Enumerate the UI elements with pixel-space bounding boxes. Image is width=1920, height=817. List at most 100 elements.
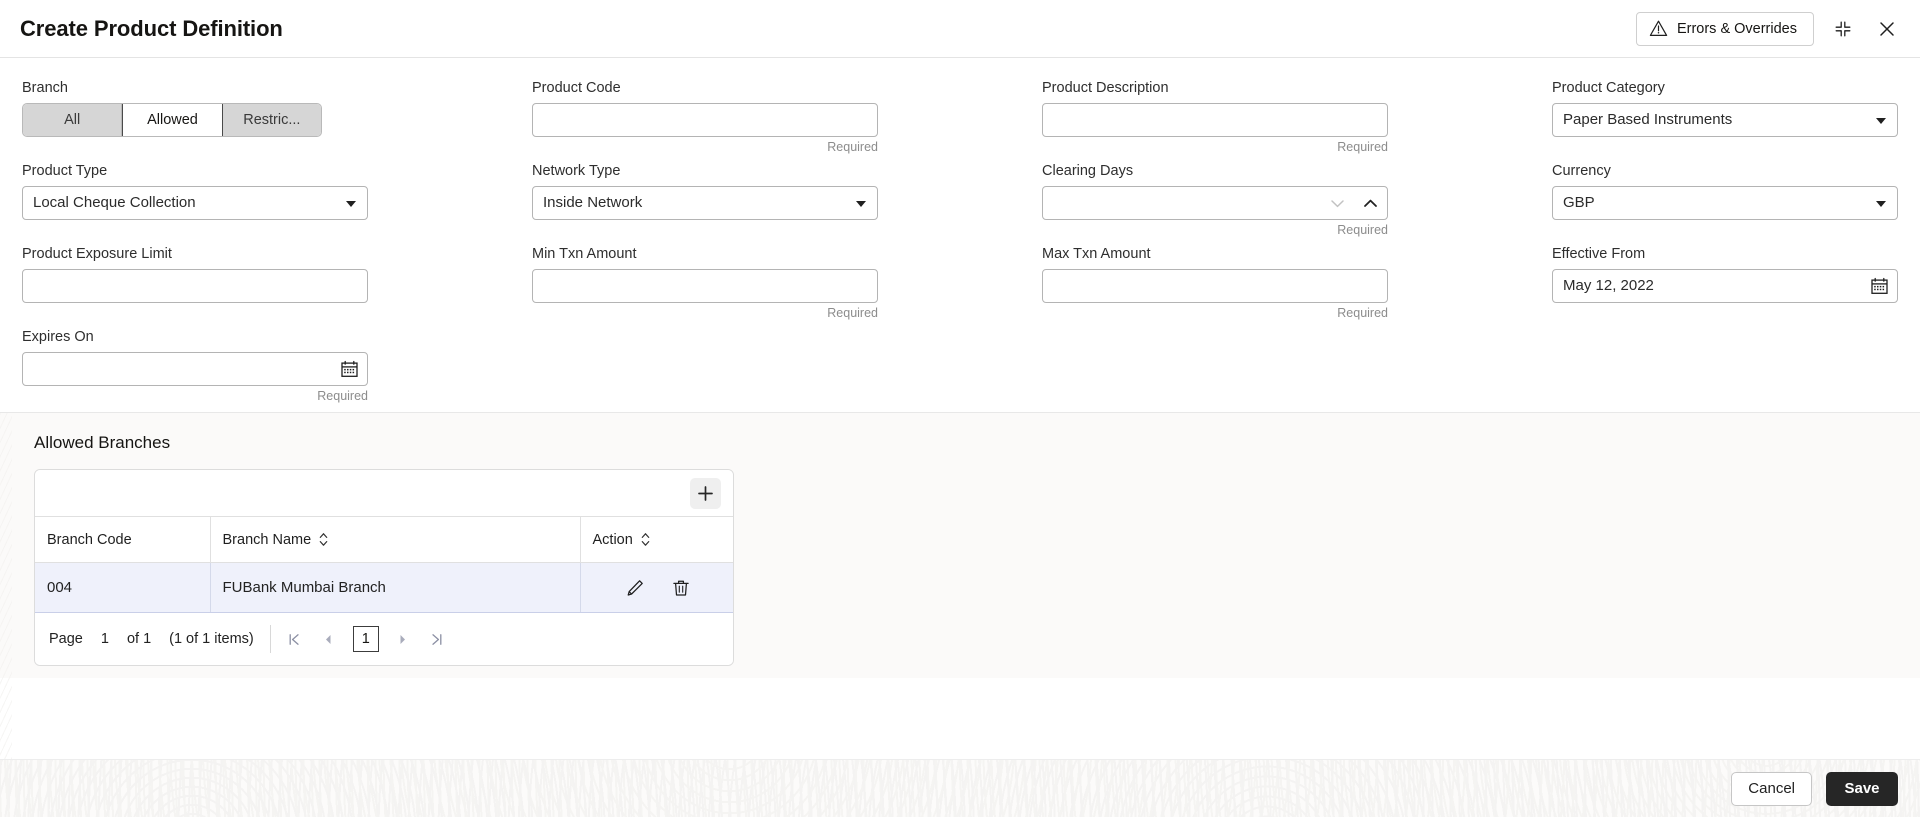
- errors-and-overrides-label: Errors & Overrides: [1676, 20, 1797, 37]
- form-content: Branch All Allowed Restric... Product Co…: [0, 58, 1920, 759]
- field-currency: Currency GBP: [1552, 155, 1898, 238]
- product-type-value: Local Cheque Collection: [33, 194, 196, 211]
- max-txn-amount-hint: Required: [1337, 306, 1388, 320]
- allowed-branches-table: Branch Code Branch Name Action 004 FUBan…: [35, 516, 733, 613]
- action-header-label: Action: [592, 531, 633, 548]
- pagination-divider: [269, 625, 271, 653]
- stepper-decrement-button[interactable]: [1329, 197, 1346, 210]
- chevron-down-icon: [856, 201, 866, 207]
- form-grid: Branch All Allowed Restric... Product Co…: [22, 72, 1898, 404]
- pagination-next-button[interactable]: [393, 628, 413, 650]
- effective-from-datepicker[interactable]: May 12, 2022: [1552, 269, 1898, 303]
- min-txn-amount-input[interactable]: [532, 269, 878, 303]
- clearing-days-stepper[interactable]: [1042, 186, 1388, 220]
- network-type-select[interactable]: Inside Network: [532, 186, 878, 220]
- pagination-nav: 1: [285, 626, 447, 652]
- minimize-button[interactable]: [1828, 14, 1858, 44]
- product-category-value: Paper Based Instruments: [1563, 111, 1733, 128]
- max-txn-amount-input[interactable]: [1042, 269, 1388, 303]
- pagination-page-label: Page: [49, 631, 83, 647]
- product-type-label: Product Type: [22, 163, 108, 179]
- add-branch-button[interactable]: [690, 477, 721, 509]
- branch-label: Branch: [22, 80, 68, 96]
- branch-option-allowed[interactable]: Allowed: [122, 104, 223, 136]
- chevron-down-icon: [1876, 118, 1886, 124]
- product-description-input[interactable]: [1042, 103, 1388, 137]
- clearing-days-hint: Required: [1337, 223, 1388, 237]
- field-product-type: Product Type Local Cheque Collection: [22, 155, 368, 238]
- product-type-select[interactable]: Local Cheque Collection: [22, 186, 368, 220]
- collapse-icon: [1834, 20, 1852, 38]
- field-branch: Branch All Allowed Restric...: [22, 72, 368, 155]
- expires-on-calendar-button[interactable]: [340, 360, 359, 379]
- title-bar: Create Product Definition Errors & Overr…: [0, 0, 1920, 58]
- column-header-branch-name[interactable]: Branch Name: [210, 516, 581, 563]
- trash-icon: [671, 578, 691, 598]
- table-header: Branch Code Branch Name Action: [35, 516, 733, 563]
- field-effective-from: Effective From May 12, 2022: [1552, 238, 1898, 321]
- sort-icon[interactable]: [318, 532, 329, 547]
- field-min-txn-amount: Min Txn Amount Required: [532, 238, 878, 321]
- field-product-description: Product Description Required: [1042, 72, 1388, 155]
- branch-code-header-label: Branch Code: [47, 531, 132, 548]
- currency-select[interactable]: GBP: [1552, 186, 1898, 220]
- footer-watermark-pattern: [0, 760, 1920, 817]
- field-network-type: Network Type Inside Network: [532, 155, 878, 238]
- product-category-label: Product Category: [1552, 80, 1665, 96]
- effective-from-calendar-button[interactable]: [1870, 277, 1889, 296]
- pagination-items-label: (1 of 1 items): [169, 631, 254, 647]
- pagination-last-button[interactable]: [427, 628, 447, 650]
- column-header-action[interactable]: Action: [580, 516, 733, 563]
- warning-triangle-icon: [1649, 19, 1668, 38]
- table-pagination: Page 1 of 1 (1 of 1 items) 1: [35, 613, 733, 665]
- cancel-button[interactable]: Cancel: [1731, 771, 1812, 806]
- expires-on-label: Expires On: [22, 329, 94, 345]
- errors-and-overrides-button[interactable]: Errors & Overrides: [1635, 11, 1814, 46]
- chevron-down-icon: [346, 201, 356, 207]
- product-code-input[interactable]: [532, 103, 878, 137]
- cell-branch-code: 004: [35, 562, 211, 613]
- stepper-increment-button[interactable]: [1362, 197, 1379, 210]
- branch-segmented-control[interactable]: All Allowed Restric...: [22, 103, 322, 137]
- product-type-hint-spacer: [22, 220, 368, 238]
- branch-name-header-label: Branch Name: [222, 531, 312, 548]
- title-bar-actions: Errors & Overrides: [1635, 11, 1902, 46]
- table-body: 004 FUBank Mumbai Branch: [35, 562, 733, 613]
- save-button[interactable]: Save: [1826, 771, 1898, 806]
- product-category-select[interactable]: Paper Based Instruments: [1552, 103, 1898, 137]
- product-exposure-limit-label: Product Exposure Limit: [22, 246, 172, 262]
- branch-option-all[interactable]: All: [23, 104, 123, 136]
- pagination-previous-button[interactable]: [319, 628, 339, 650]
- effective-from-hint-spacer: [1552, 303, 1898, 321]
- expires-on-datepicker[interactable]: [22, 352, 368, 386]
- pagination-current-page[interactable]: 1: [352, 626, 379, 652]
- calendar-icon: [1870, 277, 1889, 296]
- pagination-page-number: 1: [100, 631, 109, 647]
- effective-from-label: Effective From: [1552, 246, 1646, 262]
- field-product-code: Product Code Required: [532, 72, 878, 155]
- min-txn-amount-label: Min Txn Amount: [532, 246, 637, 262]
- cell-branch-name: FUBank Mumbai Branch: [210, 562, 581, 613]
- table-row[interactable]: 004 FUBank Mumbai Branch: [35, 562, 733, 613]
- currency-value: GBP: [1563, 194, 1595, 211]
- cell-action: [580, 562, 733, 613]
- expires-on-hint: Required: [317, 389, 368, 403]
- max-txn-amount-label: Max Txn Amount: [1042, 246, 1151, 262]
- pencil-icon: [625, 578, 645, 598]
- clearing-days-stepper-buttons: [1329, 187, 1379, 219]
- sort-icon[interactable]: [640, 532, 651, 547]
- column-header-branch-code: Branch Code: [35, 516, 211, 563]
- product-exposure-limit-input[interactable]: [22, 269, 368, 303]
- branch-option-restricted[interactable]: Restric...: [222, 104, 321, 136]
- field-product-category: Product Category Paper Based Instruments: [1552, 72, 1898, 155]
- field-product-exposure-limit: Product Exposure Limit: [22, 238, 368, 321]
- pagination-first-button[interactable]: [285, 628, 305, 650]
- delete-row-button[interactable]: [671, 578, 691, 598]
- field-max-txn-amount: Max Txn Amount Required: [1042, 238, 1388, 321]
- branch-hint-spacer: [22, 137, 368, 155]
- edit-row-button[interactable]: [625, 578, 645, 598]
- close-button[interactable]: [1872, 14, 1902, 44]
- pagination-of-label: of 1: [126, 631, 152, 647]
- table-toolbar: [35, 470, 733, 516]
- product-description-hint: Required: [1337, 140, 1388, 154]
